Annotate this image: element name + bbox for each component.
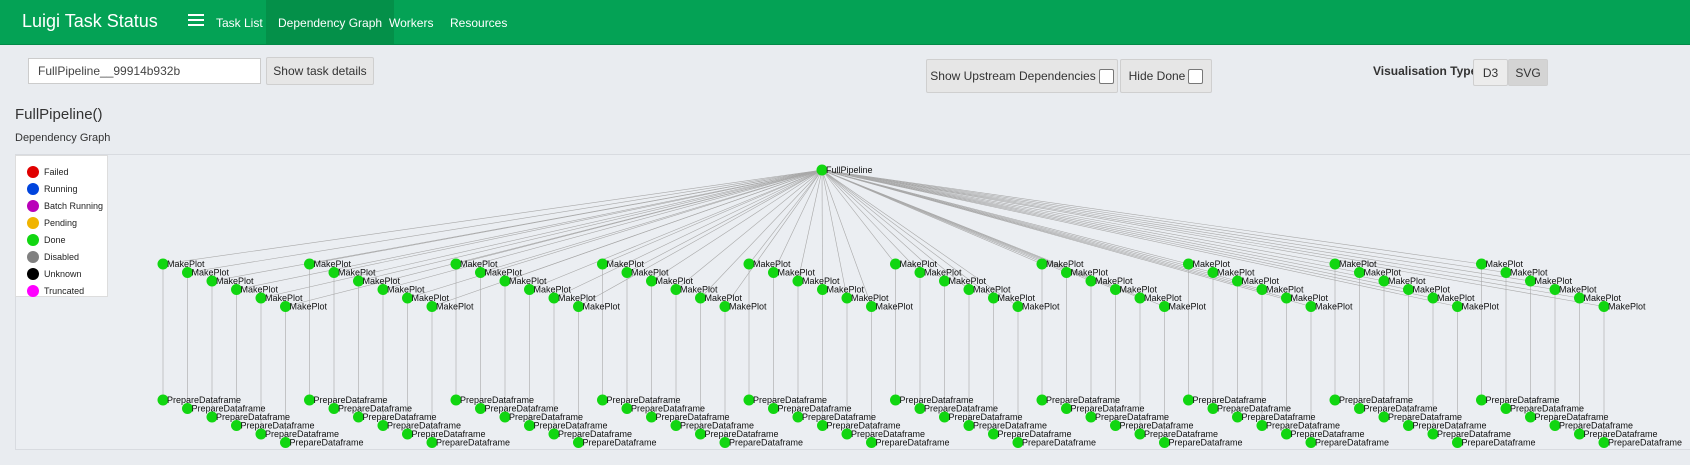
node-label: FullPipeline — [826, 165, 873, 175]
dependency-edge — [480, 169, 823, 273]
node-label: PrepareDataframe — [1462, 438, 1536, 448]
legend-dot-icon — [27, 182, 39, 195]
dependency-edge — [821, 169, 1336, 265]
legend-item: Done — [27, 231, 107, 248]
dependency-edge — [821, 169, 1360, 273]
legend-dot-icon — [27, 199, 39, 212]
makeplot-node[interactable]: MakePlot — [1598, 301, 1647, 312]
node-label: MakePlot — [1315, 302, 1353, 312]
node-label: MakePlot — [436, 302, 474, 312]
preparedataframe-node[interactable]: PrepareDataframe — [719, 437, 804, 448]
legend-dot-icon — [27, 233, 39, 246]
makeplot-node[interactable]: MakePlot — [1012, 301, 1061, 312]
preparedataframe-node[interactable]: PrepareDataframe — [280, 437, 364, 448]
dependency-edge — [821, 169, 1507, 273]
node-label: MakePlot — [729, 302, 767, 312]
legend-label: Truncated — [44, 285, 85, 296]
legend-item: Running — [27, 180, 107, 197]
dependency-edge — [236, 169, 823, 290]
preparedataframe-node[interactable]: PrepareDataframe — [1012, 437, 1097, 448]
dependency-edge — [651, 169, 823, 282]
legend-item: Failed — [27, 163, 107, 180]
makeplot-node[interactable]: MakePlot — [866, 301, 914, 312]
dependency-edge — [187, 169, 823, 273]
makeplot-node[interactable]: MakePlot — [719, 301, 768, 312]
dependency-edge — [821, 169, 1482, 265]
node-label: MakePlot — [290, 302, 328, 312]
legend-label: Done — [44, 234, 66, 245]
legend-dot-icon — [27, 250, 39, 263]
node-label: PrepareDataframe — [729, 438, 803, 448]
preparedataframe-node[interactable]: PrepareDataframe — [573, 437, 657, 448]
dependency-edge — [333, 169, 823, 273]
dependency-edge — [602, 169, 823, 265]
legend-dot-icon — [27, 267, 39, 280]
dependency-edge — [821, 169, 1580, 299]
legend-item: Pending — [27, 214, 107, 231]
fullpipeline-root-node[interactable]: FullPipeline — [816, 164, 873, 176]
node-label: MakePlot — [583, 302, 621, 312]
node-label: MakePlot — [1608, 302, 1646, 312]
node-label: PrepareDataframe — [583, 438, 657, 448]
node-label: PrepareDataframe — [290, 438, 364, 448]
preparedataframe-node[interactable]: PrepareDataframe — [1598, 437, 1683, 448]
legend-label: Batch Running — [44, 200, 104, 211]
dependency-edge — [309, 169, 823, 265]
node-label: PrepareDataframe — [876, 438, 950, 448]
dependency-edge — [773, 169, 823, 273]
legend-label: Running — [44, 183, 78, 194]
legend-label: Unknown — [44, 268, 82, 279]
node-label: PrepareDataframe — [1169, 438, 1243, 448]
dependency-edge — [821, 169, 1409, 290]
legend-dot-icon — [27, 216, 39, 229]
legend-label: Disabled — [44, 251, 80, 262]
node-label: MakePlot — [1022, 302, 1060, 312]
legend-item: Disabled — [27, 248, 107, 265]
node-label: MakePlot — [876, 302, 914, 312]
dependency-edge — [821, 169, 1189, 265]
dependency-edge — [455, 169, 823, 265]
preparedataframe-node[interactable]: PrepareDataframe — [1452, 437, 1536, 448]
node-label: PrepareDataframe — [1315, 438, 1389, 448]
node-label: PrepareDataframe — [436, 438, 510, 448]
legend-item: Unknown — [27, 265, 107, 282]
preparedataframe-node[interactable]: PrepareDataframe — [866, 437, 950, 448]
legend-label: Pending — [44, 217, 78, 228]
makeplot-node[interactable]: MakePlot — [1305, 301, 1354, 312]
dependency-graph-svg: MakePlot PrepareDataframe MakePlot PrepareD… — [157, 164, 1683, 448]
makeplot-node[interactable]: MakePlot — [280, 301, 328, 312]
preparedataframe-node[interactable]: PrepareDataframe — [1159, 437, 1243, 448]
legend-item: Truncated — [27, 282, 107, 299]
status-legend: Failed Running Batch Running Pending Done Dis… — [15, 155, 108, 297]
legend-dot-icon — [27, 165, 39, 178]
node-label: MakePlot — [1462, 302, 1500, 312]
node-label: PrepareDataframe — [1608, 438, 1682, 448]
makeplot-node[interactable]: MakePlot — [1452, 301, 1500, 312]
preparedataframe-node[interactable]: PrepareDataframe — [426, 437, 511, 448]
node-label: PrepareDataframe — [1022, 438, 1096, 448]
legend-item: Batch Running — [27, 197, 107, 214]
makeplot-node[interactable]: MakePlot — [1159, 301, 1207, 312]
legend-dot-icon — [27, 284, 39, 297]
node-label: MakePlot — [1169, 302, 1207, 312]
preparedataframe-node[interactable]: PrepareDataframe — [1305, 437, 1390, 448]
makeplot-node[interactable]: MakePlot — [573, 301, 621, 312]
makeplot-node[interactable]: MakePlot — [426, 301, 475, 312]
legend-label: Failed — [44, 166, 69, 177]
dependency-edge — [821, 169, 823, 290]
